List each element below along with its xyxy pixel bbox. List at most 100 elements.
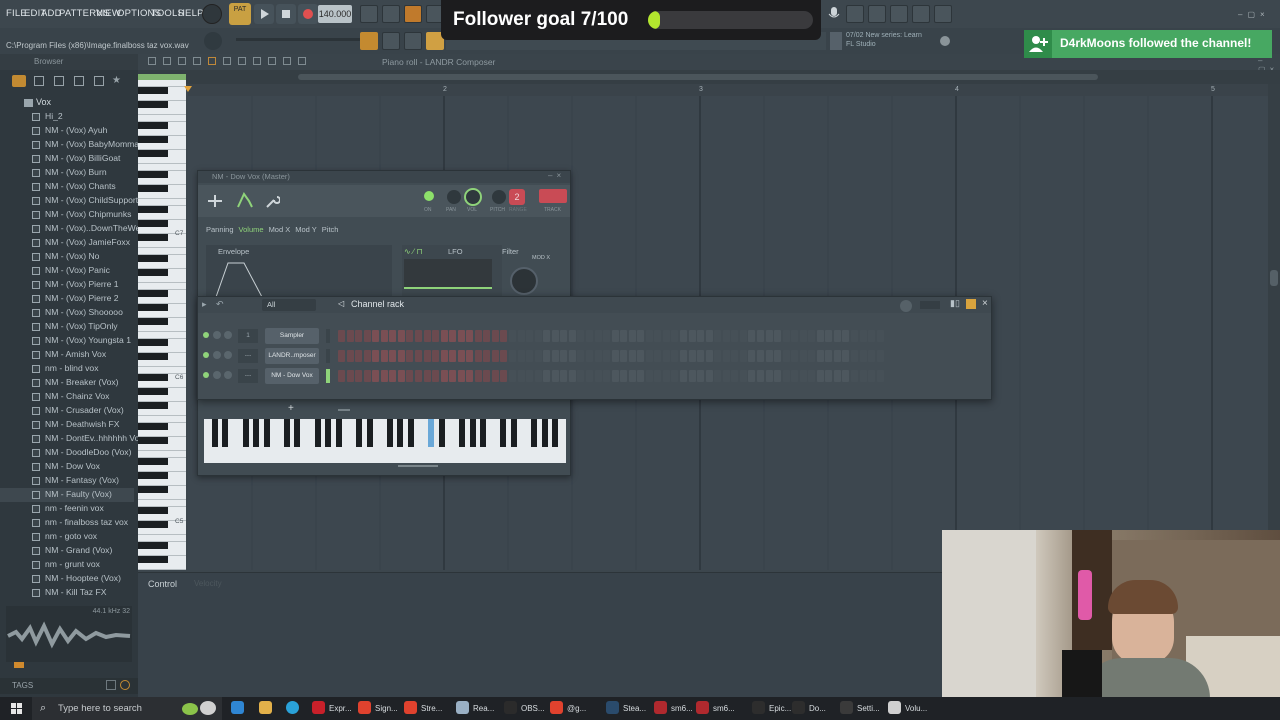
step-button[interactable] [423, 370, 431, 382]
step-button[interactable] [662, 350, 670, 362]
step-button[interactable] [628, 330, 636, 342]
step-button[interactable] [440, 350, 448, 362]
browser-item[interactable]: NM - Fantasy (Vox) [0, 474, 134, 488]
taskbar-search[interactable]: ⌕ Type here to search [32, 697, 222, 720]
mixer-track-number[interactable]: --- [238, 369, 258, 383]
browser-item[interactable]: NM - Deathwish FX [0, 418, 134, 432]
star-icon[interactable]: ★ [112, 75, 121, 86]
step-button[interactable] [765, 350, 773, 362]
white-key[interactable] [138, 283, 186, 290]
speaker-icon[interactable]: ◁ [338, 299, 344, 308]
step-button[interactable] [457, 370, 465, 382]
taskbar-app-button[interactable]: Epic... [752, 697, 796, 720]
browser-item[interactable]: nm - finalboss taz vox [0, 516, 134, 530]
scroll-thumb[interactable] [298, 74, 1098, 80]
browser-item[interactable]: nm - feenin vox [0, 502, 134, 516]
step-button[interactable] [372, 330, 380, 342]
browser-item[interactable]: NM - (Vox) Panic [0, 264, 134, 278]
black-key[interactable] [138, 542, 168, 549]
white-key[interactable] [138, 199, 186, 206]
step-button[interactable] [628, 370, 636, 382]
step-button[interactable] [338, 330, 345, 342]
step-button[interactable] [491, 370, 499, 382]
step-button[interactable] [756, 350, 764, 362]
step-button[interactable] [440, 370, 448, 382]
step-button[interactable] [551, 330, 559, 342]
channel-led[interactable] [203, 332, 209, 338]
step-button[interactable] [816, 370, 824, 382]
lfo-graph[interactable] [404, 259, 492, 289]
step-button[interactable] [611, 370, 619, 382]
black-key[interactable] [138, 507, 168, 514]
step-button[interactable] [389, 370, 397, 382]
browser-file-icon[interactable] [34, 76, 44, 86]
browser-item[interactable]: NM - Crusader (Vox) [0, 404, 134, 418]
step-button[interactable] [688, 330, 696, 342]
stop-button[interactable] [276, 4, 296, 24]
black-key[interactable] [335, 419, 342, 447]
white-key[interactable] [138, 115, 186, 122]
step-button[interactable] [654, 350, 662, 362]
white-key[interactable] [138, 444, 186, 451]
step-button[interactable] [748, 350, 756, 362]
select-icon[interactable] [283, 57, 291, 65]
channel-name-button[interactable]: NM - Dow Vox [265, 368, 319, 384]
white-key[interactable] [138, 129, 186, 136]
step-button[interactable] [722, 330, 730, 342]
pencil-icon[interactable] [208, 57, 216, 65]
taskbar-app-button[interactable]: sm6... [654, 697, 698, 720]
chat-icon[interactable] [912, 5, 930, 23]
white-key[interactable] [138, 500, 186, 507]
step-button[interactable] [577, 330, 585, 342]
telegram-icon[interactable] [286, 697, 302, 720]
channel-volume-knob[interactable] [224, 331, 232, 339]
black-key[interactable] [212, 419, 218, 447]
black-key[interactable] [138, 290, 168, 297]
step-button[interactable] [671, 330, 679, 342]
step-button[interactable] [731, 330, 739, 342]
black-key[interactable] [138, 185, 168, 192]
black-key[interactable] [138, 437, 168, 444]
black-key[interactable] [222, 419, 229, 447]
step-button[interactable] [526, 370, 534, 382]
black-key[interactable] [541, 419, 548, 447]
step-button[interactable] [808, 330, 816, 342]
step-button[interactable] [731, 370, 739, 382]
master-pitch-knob[interactable] [202, 4, 222, 24]
browser-item[interactable]: NM - (Vox) Youngsta 1 [0, 334, 134, 348]
black-key[interactable] [315, 419, 321, 447]
step-button[interactable] [517, 330, 525, 342]
image-line-icon[interactable] [940, 36, 950, 46]
browser-item[interactable]: NM - (Vox)..DownTheWell [0, 222, 144, 236]
browser-item[interactable]: NM - Faulty (Vox) [0, 488, 134, 502]
rack-scroll[interactable] [338, 409, 350, 411]
step-button[interactable] [338, 370, 345, 382]
tab-volume[interactable]: Volume [239, 225, 264, 237]
taskbar-app-button[interactable]: Sign... [358, 697, 402, 720]
black-key[interactable] [138, 388, 168, 395]
white-key[interactable] [138, 451, 186, 458]
browser-item[interactable]: NM - (Vox) TipOnly [0, 320, 134, 334]
menu-help[interactable]: HELP [178, 8, 204, 19]
step-button[interactable] [654, 370, 662, 382]
step-button[interactable] [585, 350, 593, 362]
slice-icon[interactable] [268, 57, 276, 65]
swing-knob[interactable] [900, 300, 912, 312]
mixer-icon[interactable] [890, 5, 908, 23]
step-button[interactable] [680, 330, 687, 342]
step-button[interactable] [765, 370, 773, 382]
step-button[interactable] [671, 370, 679, 382]
step-button[interactable] [517, 370, 525, 382]
tab-mod-y[interactable]: Mod Y [295, 225, 317, 237]
white-key[interactable] [138, 367, 186, 374]
step-button[interactable] [833, 370, 841, 382]
step-button[interactable] [449, 350, 457, 362]
step-button[interactable] [474, 330, 482, 342]
step-button[interactable] [851, 350, 858, 362]
step-button[interactable] [714, 330, 722, 342]
black-key[interactable] [138, 318, 168, 325]
step-button[interactable] [594, 330, 602, 342]
step-button[interactable] [534, 370, 542, 382]
black-key[interactable] [138, 556, 168, 563]
mixer-track-number[interactable]: 1 [238, 329, 258, 343]
